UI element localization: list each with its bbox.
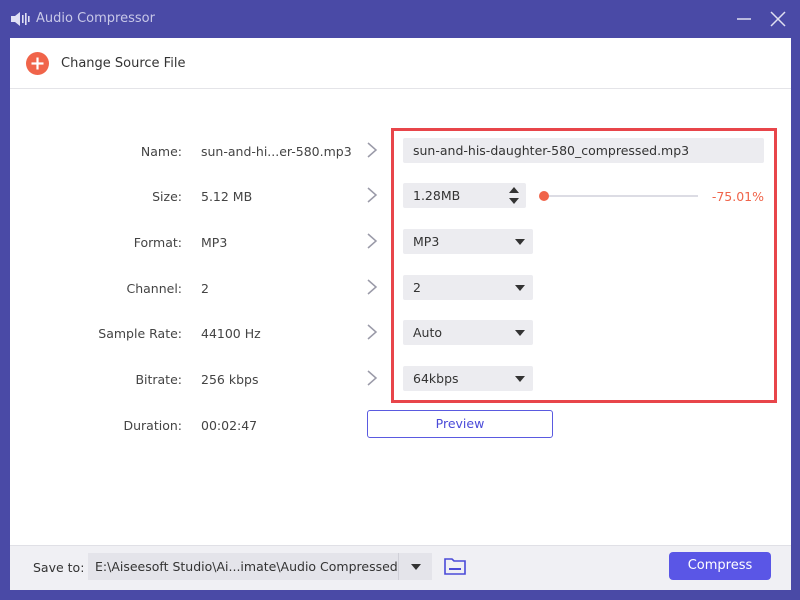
source-toolbar: Change Source File — [10, 38, 791, 89]
source-channel-value: 2 — [201, 281, 209, 296]
close-icon[interactable] — [767, 8, 789, 30]
window-bottom-border — [0, 590, 800, 600]
name-label: Name: — [140, 144, 182, 159]
chevron-right-icon — [367, 142, 378, 158]
duration-label: Duration: — [123, 418, 182, 433]
add-source-button[interactable] — [26, 52, 49, 75]
sample-rate-label: Sample Rate: — [98, 326, 182, 341]
chevron-right-icon — [367, 279, 378, 295]
save-path-dropdown[interactable] — [398, 553, 432, 580]
change-source-file-link[interactable]: Change Source File — [61, 56, 185, 71]
minimize-icon[interactable] — [733, 8, 755, 30]
source-sample-rate-value: 44100 Hz — [201, 326, 261, 341]
window-title: Audio Compressor — [36, 11, 155, 26]
compress-button[interactable]: Compress — [669, 552, 771, 580]
main-panel: Change Source File Name: Size: Format: C… — [10, 38, 791, 545]
channel-label: Channel: — [126, 281, 182, 296]
size-label: Size: — [152, 189, 182, 204]
caret-down-icon — [411, 564, 421, 570]
footer-bar: Save to: E:\Aiseesoft Studio\Ai...imate\… — [10, 545, 791, 590]
chevron-right-icon — [367, 233, 378, 249]
bitrate-label: Bitrate: — [135, 372, 182, 387]
format-label: Format: — [133, 235, 182, 250]
source-bitrate-value: 256 kbps — [201, 372, 259, 387]
source-name-value: sun-and-hi...er-580.mp3 — [201, 144, 352, 159]
plus-icon — [31, 57, 44, 70]
chevron-right-icon — [367, 324, 378, 340]
title-bar: Audio Compressor — [0, 0, 800, 38]
save-to-label: Save to: — [33, 560, 85, 575]
chevron-right-icon — [367, 370, 378, 386]
audio-speaker-icon — [11, 12, 30, 26]
source-format-value: MP3 — [201, 235, 228, 250]
preview-button[interactable]: Preview — [367, 410, 553, 438]
source-size-value: 5.12 MB — [201, 189, 253, 204]
output-settings-highlight — [391, 128, 777, 403]
chevron-right-icon — [367, 187, 378, 203]
source-duration-value: 00:02:47 — [201, 418, 258, 433]
open-folder-icon[interactable] — [443, 556, 467, 576]
save-path-field[interactable]: E:\Aiseesoft Studio\Ai...imate\Audio Com… — [88, 553, 398, 580]
